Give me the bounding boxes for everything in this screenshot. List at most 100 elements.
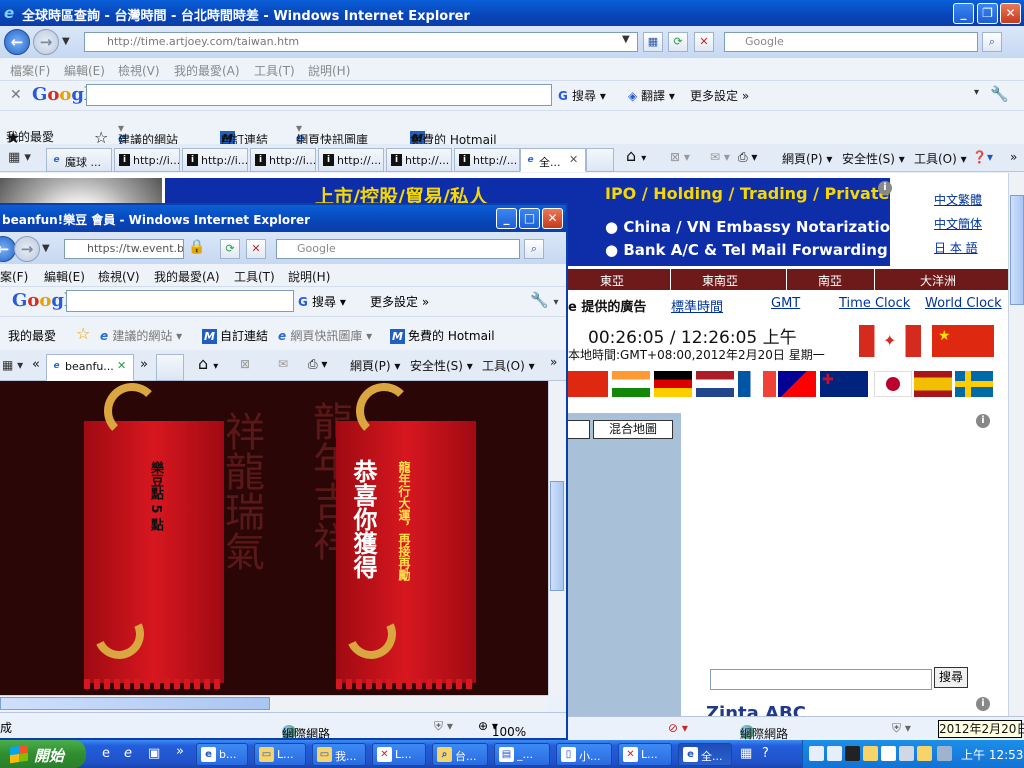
tray-clock[interactable]: 上午 12:53 <box>961 746 1023 763</box>
popup-hotmail[interactable]: M 免費的 Hotmail <box>390 327 495 344</box>
popup-hscroll-thumb[interactable] <box>0 697 270 710</box>
tray-icon-3[interactable] <box>845 746 860 761</box>
popup-maximize-button[interactable]: □ <box>519 208 540 229</box>
world-clock-link[interactable]: World Clock <box>925 296 1002 311</box>
map-view[interactable] <box>568 413 681 716</box>
translate-button[interactable]: ◈ 翻譯 ▾ <box>628 87 675 104</box>
taskbar-button-3[interactable]: ▭ 我... <box>312 743 366 766</box>
tools-menu[interactable]: 工具(O) ▾ <box>914 150 967 167</box>
popup-menu-tools[interactable]: 工具(T) <box>234 268 275 285</box>
menu-edit[interactable]: 編輯(E) <box>64 62 105 79</box>
time-clock-link[interactable]: Time Clock <box>839 296 910 311</box>
menu-favorites[interactable]: 我的最愛(A) <box>174 62 240 79</box>
popup-tab-close-icon[interactable]: ✕ <box>117 359 126 372</box>
status-blocked-icon[interactable]: ⊘ ▾ <box>668 721 688 735</box>
scroll-thumb[interactable] <box>1010 195 1024 305</box>
page-vertical-scrollbar[interactable] <box>1008 173 1024 716</box>
page-menu[interactable]: 網頁(P) ▾ <box>782 150 832 167</box>
taskbar-button-6[interactable]: ▤ _... <box>494 743 550 766</box>
taskbar-button-4[interactable]: ✕ L... <box>372 743 426 766</box>
flag-germany[interactable] <box>654 371 692 397</box>
flag-india[interactable] <box>612 371 650 397</box>
quick-tabs-icon[interactable]: ▦ ▾ <box>8 150 31 165</box>
protected-mode-icon[interactable]: ⛨ ▾ <box>892 721 911 736</box>
refresh-icon[interactable]: ⟳ <box>668 32 688 52</box>
flag-netherlands[interactable] <box>696 371 734 397</box>
print-icon[interactable]: ⎙ ▾ <box>738 150 757 165</box>
stop-icon[interactable]: ✕ <box>694 32 714 52</box>
tab-2[interactable]: i http://i... <box>114 148 180 172</box>
popup-safety-menu[interactable]: 安全性(S) ▾ <box>410 357 473 374</box>
menu-help[interactable]: 說明(H) <box>308 62 350 79</box>
popup-horizontal-scrollbar[interactable] <box>0 695 548 711</box>
wrench-icon[interactable]: 🔧 <box>990 85 1009 103</box>
toolbar-overflow-icon[interactable]: » <box>1010 150 1017 164</box>
history-dropdown-icon[interactable]: ▼ <box>62 36 70 47</box>
popup-web-slice[interactable]: e 網頁快訊圖庫 ▾ <box>278 327 372 344</box>
popup-mail-icon[interactable]: ✉ <box>278 357 288 371</box>
popup-menu-help[interactable]: 說明(H) <box>288 268 330 285</box>
popup-more-settings[interactable]: 更多設定 » <box>370 293 429 310</box>
google-search-input[interactable] <box>86 84 552 106</box>
popup-favorites-button[interactable]: 我的最愛 <box>8 327 56 344</box>
popup-search-icon[interactable]: ⌕ <box>524 239 544 259</box>
shield-icon[interactable] <box>899 746 914 761</box>
map-button-partial[interactable] <box>568 420 590 439</box>
restore-button[interactable]: ❐ <box>977 3 998 24</box>
hybrid-map-button[interactable]: 混合地圖 <box>593 420 673 439</box>
popup-zoom[interactable]: ⊕ 100% ▾ <box>478 719 526 738</box>
china-flag[interactable]: ★ <box>932 325 994 357</box>
region-oceania[interactable]: 大洋洲 <box>920 272 956 289</box>
back-button[interactable]: ← <box>4 29 30 55</box>
tray-icon-2[interactable] <box>827 746 842 761</box>
tray-icon-4[interactable] <box>863 746 878 761</box>
popup-wrench-icon[interactable]: 🔧 ▾ <box>530 291 558 309</box>
tab-scroll-left-icon[interactable]: « <box>32 357 40 372</box>
taskbar-button-5[interactable]: ⌕ 台... <box>432 743 488 766</box>
web-slice-gallery-link[interactable]: e 網頁快訊圖庫 ▾ <box>296 121 368 147</box>
standard-time-link[interactable]: 標準時間 <box>671 296 723 315</box>
popup-search-input[interactable]: Google <box>276 239 520 259</box>
address-input[interactable]: http://time.artjoey.com/taiwan.htm <box>84 32 638 52</box>
popup-minimize-button[interactable]: _ <box>496 208 517 229</box>
region-southeast-asia[interactable]: 東南亞 <box>702 272 738 289</box>
suggested-sites-link[interactable]: e 建議的網站 ▾ <box>118 121 178 147</box>
popup-tab-active[interactable]: e beanfu... ✕ <box>46 354 134 381</box>
tab-1[interactable]: e 魔球 ... <box>46 148 112 172</box>
safety-menu[interactable]: 安全性(S) ▾ <box>842 150 905 167</box>
taskbar-help-icon[interactable]: ? <box>762 746 769 761</box>
popup-scroll-thumb[interactable] <box>550 481 564 591</box>
tray-icon-6[interactable] <box>917 746 932 761</box>
popup-print-icon[interactable]: ⎙ ▾ <box>308 357 327 372</box>
tab-3[interactable]: i http://i... <box>182 148 248 172</box>
menu-view[interactable]: 檢視(V) <box>118 62 160 79</box>
flag-china-small[interactable] <box>568 371 608 397</box>
popup-history-icon[interactable]: ▼ <box>42 243 50 254</box>
lang-japanese-link[interactable]: 日 本 語 <box>934 239 978 256</box>
close-button[interactable]: ✕ <box>1000 3 1021 24</box>
toolbar-options-icon[interactable]: ▾ <box>974 87 979 98</box>
more-settings-button[interactable]: 更多設定 » <box>690 87 749 104</box>
quicklaunch-ie-icon[interactable]: e <box>102 746 110 761</box>
popup-quick-tabs-icon[interactable]: ▦ ▾ <box>2 358 23 372</box>
map-info-icon[interactable]: i <box>976 414 990 428</box>
lang-traditional-link[interactable]: 中文繁體 <box>934 191 982 208</box>
tray-icon-1[interactable] <box>809 746 824 761</box>
popup-menu-favorites[interactable]: 我的最愛(A) <box>154 268 220 285</box>
popup-new-tab-button[interactable] <box>156 354 184 381</box>
home-icon[interactable]: ⌂ ▾ <box>626 146 646 165</box>
tab-5[interactable]: i http://... <box>318 148 384 172</box>
address-dropdown-icon[interactable]: ▼ <box>622 34 630 45</box>
toolbar-close-icon[interactable]: ✕ <box>10 87 22 103</box>
start-button[interactable]: 開始 <box>0 740 86 768</box>
search-input[interactable]: Google <box>724 32 978 52</box>
volume-icon[interactable] <box>937 746 952 761</box>
taskbar-button-2[interactable]: ▭ L... <box>254 743 306 766</box>
popup-refresh-icon[interactable]: ⟳ <box>220 239 240 259</box>
flag-sweden[interactable] <box>955 371 993 397</box>
menu-file[interactable]: 檔案(F) <box>10 62 50 79</box>
tab-scroll-right-icon[interactable]: » <box>140 357 148 372</box>
ad-info-icon-bottom[interactable]: i <box>976 697 990 711</box>
region-east-asia[interactable]: 東亞 <box>600 272 624 289</box>
lock-icon[interactable]: 🔒 <box>188 239 205 255</box>
